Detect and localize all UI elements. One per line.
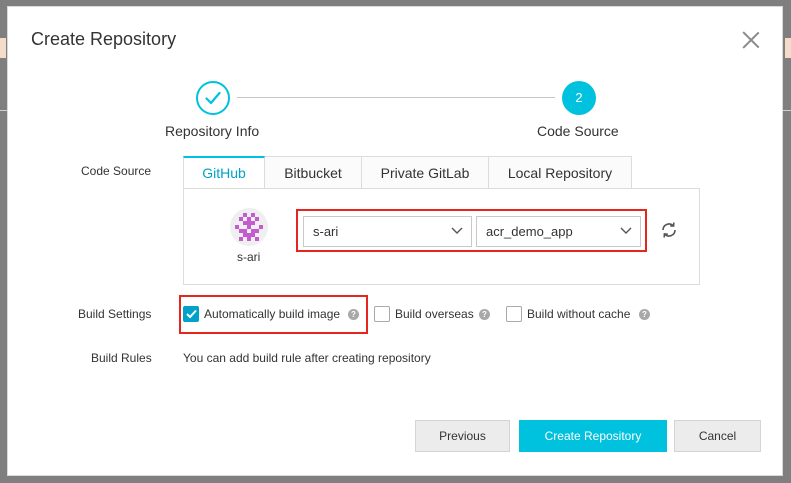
build-without-cache-label: Build without cache — [527, 307, 631, 321]
auto-build-checkbox[interactable] — [183, 306, 199, 322]
code-source-label: Code Source — [81, 164, 152, 178]
build-overseas-help-icon[interactable]: ? — [479, 309, 490, 320]
background-banner-right — [785, 38, 791, 58]
repository-select-value: acr_demo_app — [486, 224, 573, 239]
close-icon[interactable] — [742, 31, 760, 49]
namespace-select[interactable]: s-ari — [303, 216, 472, 247]
select-highlight-box: s-ari acr_demo_app — [296, 209, 647, 252]
checkmark-icon — [205, 91, 221, 105]
chevron-down-icon — [451, 227, 463, 234]
namespace-select-value: s-ari — [313, 224, 339, 239]
build-without-cache-help-icon[interactable]: ? — [639, 309, 650, 320]
step-1-done-icon — [196, 81, 230, 115]
build-overseas-label: Build overseas — [395, 307, 474, 321]
tab-bitbucket[interactable]: Bitbucket — [265, 156, 362, 189]
avatar-username: s-ari — [237, 250, 261, 264]
background-divider — [783, 110, 791, 111]
user-avatar — [230, 208, 268, 246]
auto-build-help-icon[interactable]: ? — [348, 309, 359, 320]
build-without-cache-checkbox[interactable] — [506, 306, 522, 322]
refresh-icon[interactable] — [659, 220, 679, 240]
build-rules-label: Build Rules — [91, 351, 152, 365]
chevron-down-icon — [620, 227, 632, 234]
check-icon — [186, 309, 197, 319]
auto-build-label: Automatically build image — [204, 307, 341, 321]
previous-button[interactable]: Previous — [415, 420, 510, 452]
cancel-button[interactable]: Cancel — [674, 420, 761, 452]
create-repository-button[interactable]: Create Repository — [519, 420, 667, 452]
step-1-label: Repository Info — [165, 123, 260, 139]
build-rules-text: You can add build rule after creating re… — [183, 351, 431, 365]
background-divider — [0, 110, 7, 111]
create-repository-dialog: Create Repository 2 Repository Info Code… — [7, 6, 783, 476]
step-connector — [237, 97, 555, 98]
dialog-title: Create Repository — [31, 29, 177, 49]
source-tabs: GitHub Bitbucket Private GitLab Local Re… — [183, 156, 632, 189]
background-banner-left — [0, 38, 6, 58]
repository-select[interactable]: acr_demo_app — [476, 216, 641, 247]
build-overseas-checkbox[interactable] — [374, 306, 390, 322]
github-panel: s-ari s-ari acr_demo_app — [183, 188, 700, 285]
tab-github[interactable]: GitHub — [183, 156, 265, 189]
tab-private-gitlab[interactable]: Private GitLab — [362, 156, 489, 189]
tab-local-repository[interactable]: Local Repository — [489, 156, 632, 189]
step-2-indicator: 2 — [562, 81, 596, 115]
step-2-label: Code Source — [537, 123, 619, 139]
build-settings-label: Build Settings — [78, 307, 152, 321]
